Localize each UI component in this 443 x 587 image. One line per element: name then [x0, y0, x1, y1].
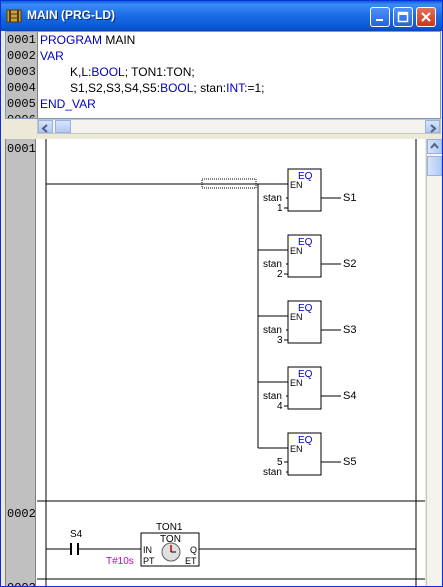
- keyword: PROGRAM: [40, 33, 103, 47]
- timer-q-pin: Q: [190, 545, 197, 555]
- block-en-label: EN: [290, 180, 303, 190]
- scroll-up-button[interactable]: [427, 139, 442, 154]
- keyword: BOOL: [91, 65, 125, 79]
- timer-preset-value: T#10s: [106, 556, 134, 567]
- scroll-thumb[interactable]: [427, 156, 442, 176]
- timer-instance-name: TON1: [156, 522, 183, 533]
- keyword: END_VAR: [40, 97, 96, 111]
- eq-block[interactable]: EQ EN stan 2 S2: [258, 234, 356, 280]
- timer-et-pin: ET: [185, 556, 197, 566]
- block-input-constant: 3: [277, 335, 283, 346]
- maximize-button[interactable]: [393, 7, 413, 27]
- block-output-variable: S5: [343, 456, 356, 468]
- block-en-label: EN: [290, 444, 303, 454]
- code-line[interactable]: END_VAR: [40, 96, 96, 112]
- declaration-editor[interactable]: 0001 0002 0003 0004 0005 0006 PROGRAM MA…: [5, 31, 441, 119]
- contact-element[interactable]: S4: [46, 529, 141, 555]
- scroll-thumb[interactable]: [55, 120, 71, 133]
- scroll-right-button[interactable]: [425, 120, 440, 133]
- main-window: MAIN (PRG-LD) 0001 0002 0003 0004 0005 0…: [0, 0, 443, 587]
- close-icon: [421, 12, 431, 22]
- eq-block[interactable]: EQ EN stan 4 S4: [258, 366, 356, 412]
- block-output-variable: S2: [343, 258, 356, 270]
- code-text: ; TON1:TON;: [124, 65, 195, 79]
- ladder-diagram[interactable]: EQ EN stan 1 S1 EQ EN stan 2 S2 EQ EN st…: [6, 139, 425, 587]
- clock-icon: [161, 542, 181, 562]
- minimize-button[interactable]: [370, 7, 390, 27]
- line-number: 0004: [7, 81, 36, 95]
- contact-variable: S4: [70, 529, 83, 540]
- title-bar[interactable]: MAIN (PRG-LD): [1, 1, 442, 31]
- block-en-label: EN: [290, 378, 303, 388]
- ton-timer-block[interactable]: TON1 TON IN PT Q ET T#10s: [106, 522, 416, 567]
- block-en-label: EN: [290, 312, 303, 322]
- code-text: MAIN: [102, 33, 136, 47]
- code-line[interactable]: S1,S2,S3,S4,S5:BOOL; stan:INT:=1;: [70, 80, 264, 96]
- line-number: 0003: [7, 65, 36, 79]
- block-input-variable: stan: [263, 467, 282, 478]
- code-text: S1,S2,S3,S4,S5:: [70, 81, 161, 95]
- eq-block[interactable]: EQ EN stan 1 S1: [258, 168, 356, 214]
- ladder-editor[interactable]: 0001 0002 0003 EQ EN stan 1: [5, 139, 425, 587]
- eq-block[interactable]: EQ EN 5 stan S5: [258, 432, 356, 478]
- scroll-left-button[interactable]: [38, 120, 53, 133]
- chevron-left-icon: [41, 124, 48, 133]
- code-line[interactable]: VAR: [40, 48, 64, 64]
- declaration-horizontal-scrollbar[interactable]: [37, 119, 441, 134]
- maximize-icon: [397, 11, 409, 23]
- block-en-label: EN: [290, 246, 303, 256]
- line-number: 0001: [7, 33, 36, 47]
- code-text: K,L:: [70, 65, 92, 79]
- ladder-vertical-scrollbar[interactable]: [426, 139, 442, 586]
- ladder-program-icon: [6, 9, 22, 23]
- block-input-constant: 2: [277, 269, 283, 280]
- code-text: ; stan:: [193, 81, 227, 95]
- declaration-line-numbers: 0001 0002 0003 0004 0005 0006: [6, 32, 38, 118]
- code-line[interactable]: PROGRAM MAIN: [40, 32, 135, 48]
- block-output-variable: S1: [343, 192, 356, 204]
- block-input-constant: 1: [277, 203, 283, 214]
- window-title: MAIN (PRG-LD): [27, 8, 115, 22]
- close-button[interactable]: [416, 7, 436, 27]
- eq-block[interactable]: EQ EN stan 3 S3: [258, 300, 356, 346]
- line-number: 0005: [7, 97, 36, 111]
- keyword: INT: [226, 81, 245, 95]
- minimize-icon: [376, 19, 383, 21]
- timer-pt-pin: PT: [143, 556, 155, 566]
- timer-in-pin: IN: [143, 545, 152, 555]
- line-number: 0002: [7, 49, 36, 63]
- chevron-right-icon: [430, 124, 437, 133]
- keyword: VAR: [40, 49, 64, 63]
- keyword: BOOL: [160, 81, 194, 95]
- code-line[interactable]: K,L:BOOL; TON1:TON;: [70, 64, 195, 80]
- block-output-variable: S4: [343, 390, 356, 402]
- code-text: :=1;: [244, 81, 265, 95]
- block-output-variable: S3: [343, 324, 356, 336]
- block-input-constant: 4: [277, 401, 283, 412]
- chevron-up-icon: [430, 142, 439, 149]
- line-number: 0006: [7, 112, 37, 118]
